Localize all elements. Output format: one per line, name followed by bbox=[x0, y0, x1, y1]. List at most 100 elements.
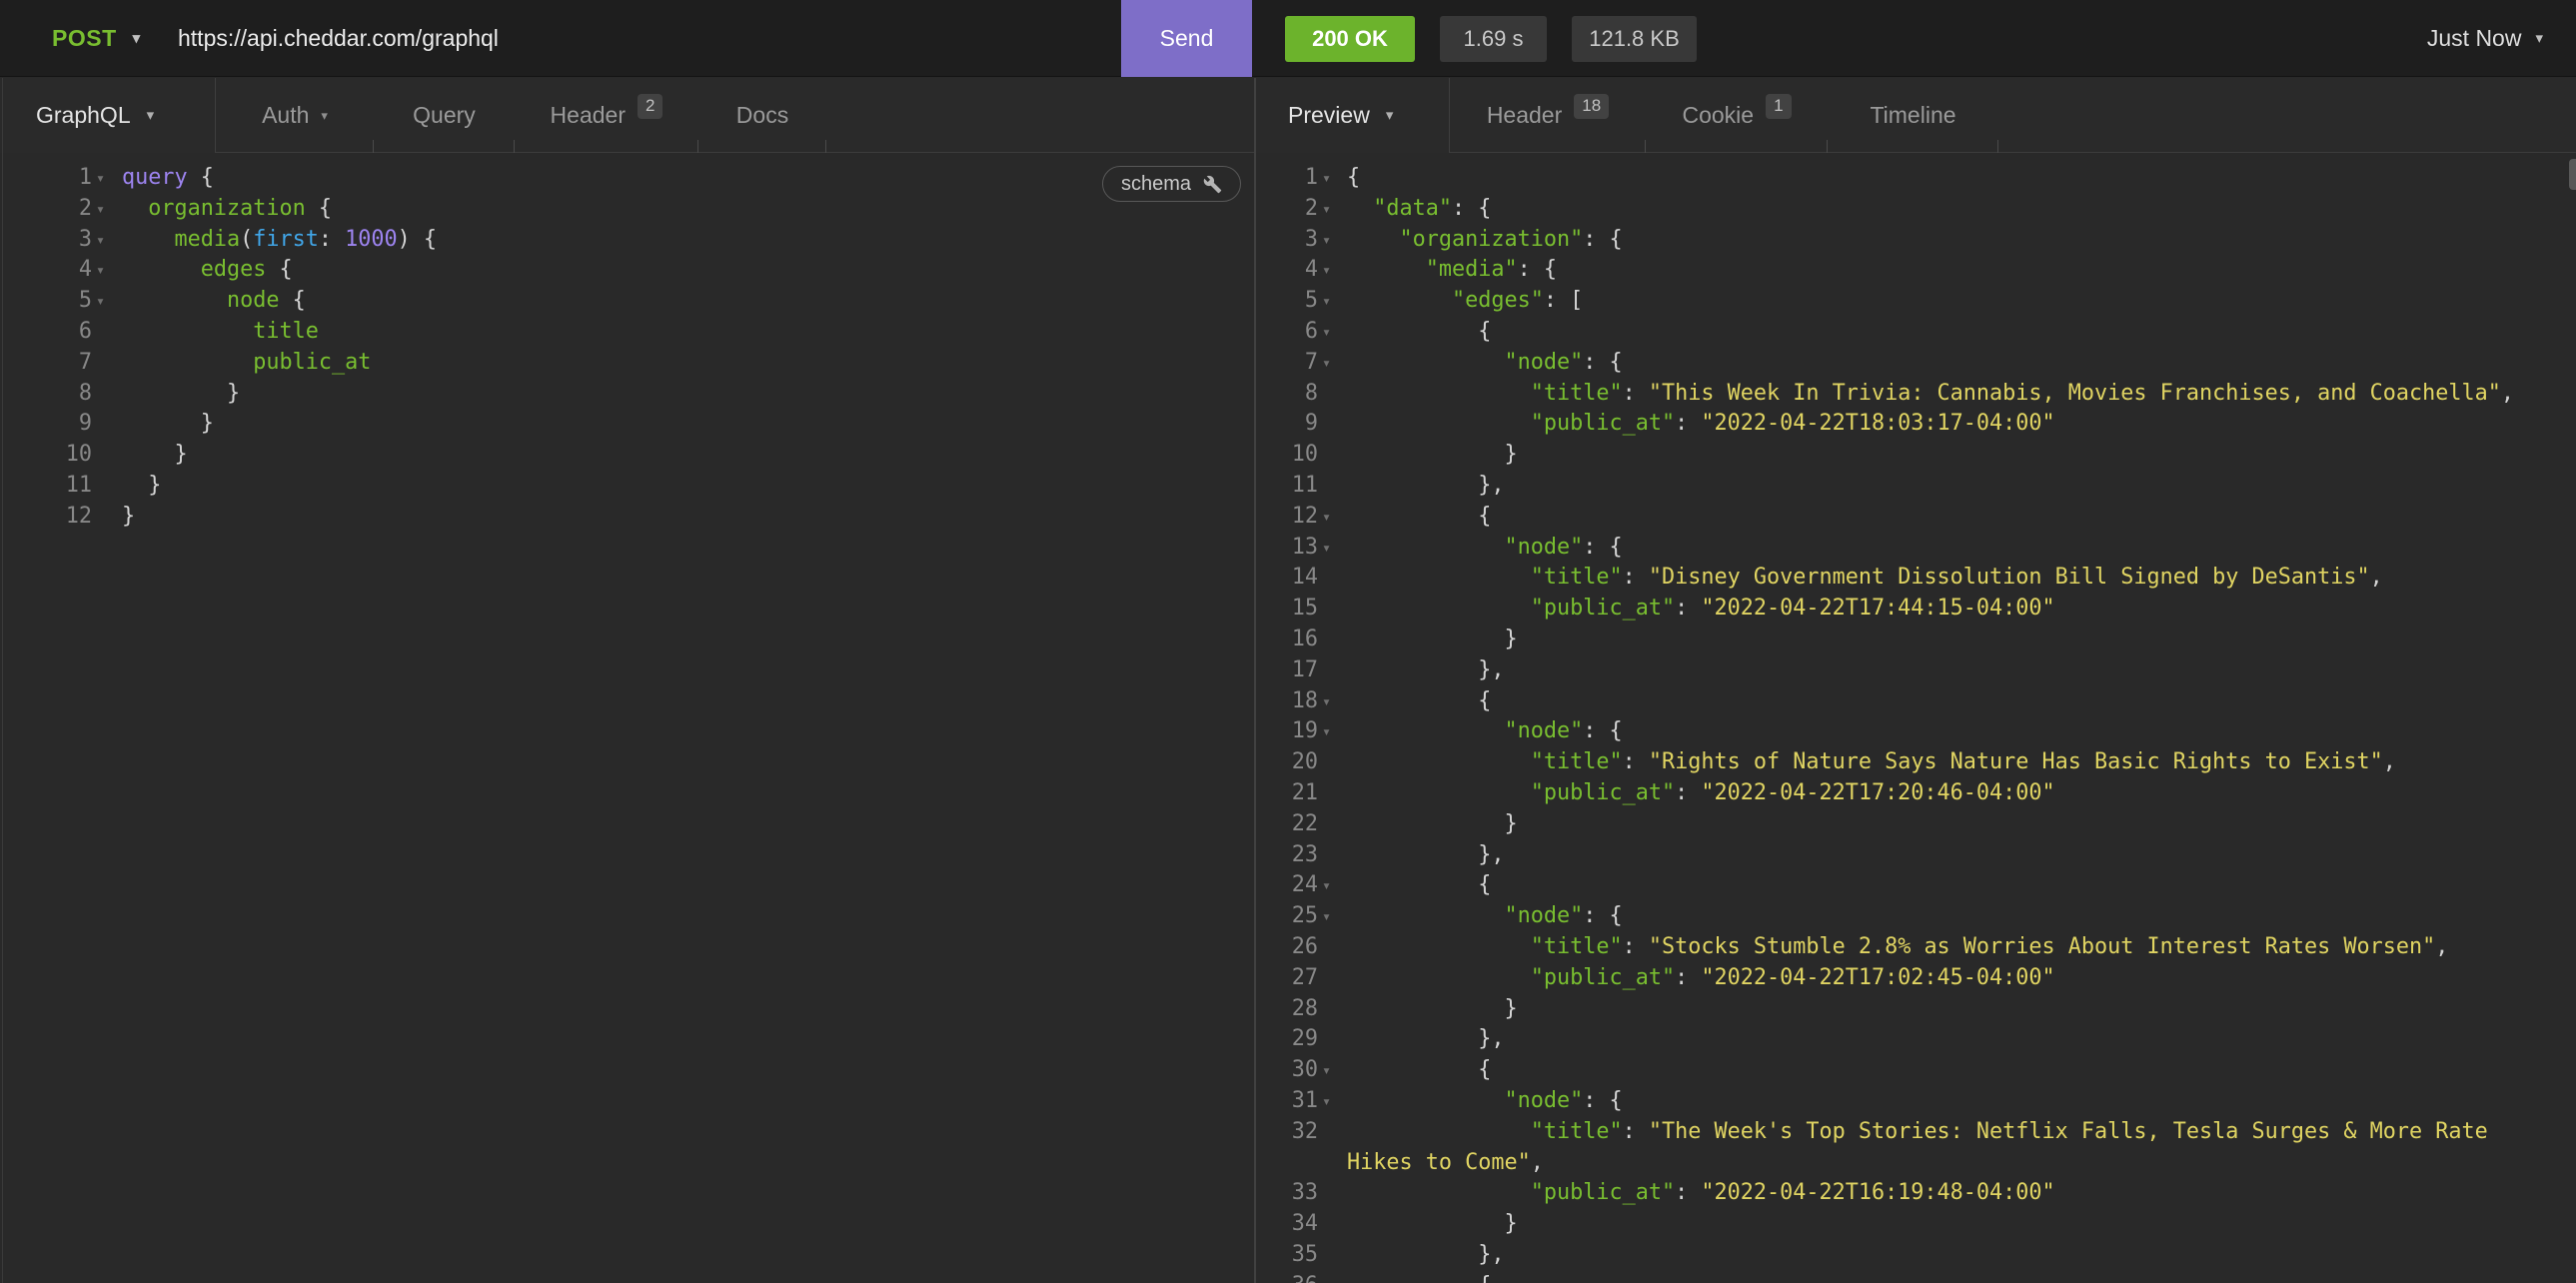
code-line: 13▾ "node": { bbox=[1256, 533, 2576, 564]
fold-caret-icon[interactable]: ▾ bbox=[1318, 348, 1347, 379]
schema-button[interactable]: schema bbox=[1102, 166, 1241, 202]
header-count-badge: 18 bbox=[1574, 94, 1609, 118]
fold-spacer bbox=[1318, 471, 1347, 502]
code-text[interactable]: } bbox=[122, 379, 240, 410]
wrench-icon bbox=[1203, 175, 1222, 194]
response-history-dropdown[interactable]: Just Now ▾ bbox=[2427, 0, 2543, 77]
fold-caret-icon[interactable]: ▾ bbox=[92, 286, 122, 317]
code-line: 20 "title": "Rights of Nature Says Natur… bbox=[1256, 747, 2576, 778]
fold-caret-icon[interactable]: ▾ bbox=[92, 255, 122, 286]
code-text: "node": { bbox=[1347, 348, 1623, 379]
line-number: 10 bbox=[0, 440, 92, 471]
url-input[interactable]: https://api.cheddar.com/graphql bbox=[178, 0, 499, 77]
fold-caret-icon[interactable]: ▾ bbox=[92, 194, 122, 225]
code-text: { bbox=[1347, 870, 1491, 901]
line-number: 9 bbox=[0, 409, 92, 440]
sidebar-edge-divider[interactable] bbox=[2, 78, 3, 1283]
fold-caret-icon[interactable]: ▾ bbox=[1318, 1271, 1347, 1283]
response-tab-bar: Preview ▾ Header 18 Cookie 1 Timeline bbox=[1256, 78, 2576, 153]
line-number: 5 bbox=[1256, 286, 1318, 317]
fold-caret-icon[interactable]: ▾ bbox=[92, 225, 122, 256]
code-text: "organization": { bbox=[1347, 225, 1623, 256]
tab-header[interactable]: Header 2 bbox=[515, 78, 698, 153]
code-line: 4▾ edges { bbox=[0, 255, 1254, 286]
tab-query[interactable]: Query bbox=[374, 78, 515, 153]
fold-spacer bbox=[1318, 409, 1347, 440]
line-number: 27 bbox=[1256, 963, 1318, 994]
line-number: 31 bbox=[1256, 1086, 1318, 1117]
method-label: POST bbox=[52, 25, 117, 52]
scrollbar-thumb[interactable] bbox=[2569, 159, 2576, 190]
fold-caret-icon[interactable]: ▾ bbox=[1318, 194, 1347, 225]
chevron-down-icon: ▾ bbox=[1386, 108, 1394, 123]
code-text[interactable]: public_at bbox=[122, 348, 371, 379]
code-line: 8 } bbox=[0, 379, 1254, 410]
code-line: 29 }, bbox=[1256, 1024, 2576, 1055]
preview-mode-dropdown[interactable]: Preview ▾ bbox=[1256, 78, 1450, 153]
fold-caret-icon[interactable]: ▾ bbox=[1318, 286, 1347, 317]
fold-spacer bbox=[1318, 1209, 1347, 1240]
status-badge: 200 OK bbox=[1285, 16, 1415, 62]
code-line: 19▾ "node": { bbox=[1256, 716, 2576, 747]
code-text: { bbox=[1347, 163, 1360, 194]
code-text: }, bbox=[1347, 840, 1504, 871]
line-number: 20 bbox=[1256, 747, 1318, 778]
line-number: 3 bbox=[1256, 225, 1318, 256]
code-text[interactable]: node { bbox=[122, 286, 306, 317]
fold-spacer bbox=[1318, 1148, 1347, 1179]
fold-spacer bbox=[1318, 809, 1347, 840]
code-text: { bbox=[1347, 1271, 1491, 1283]
code-text: { bbox=[1347, 502, 1491, 533]
tab-auth[interactable]: Auth ▾ bbox=[216, 78, 374, 153]
fold-caret-icon[interactable]: ▾ bbox=[1318, 1055, 1347, 1086]
fold-caret-icon[interactable]: ▾ bbox=[1318, 716, 1347, 747]
code-text[interactable]: media(first: 1000) { bbox=[122, 225, 437, 256]
fold-caret-icon[interactable]: ▾ bbox=[92, 163, 122, 194]
code-line: 6▾ { bbox=[1256, 317, 2576, 348]
request-panel: GraphQL ▾ Auth ▾ Query Header 2 Docs bbox=[0, 78, 1254, 1283]
fold-caret-icon[interactable]: ▾ bbox=[1318, 901, 1347, 932]
fold-caret-icon[interactable]: ▾ bbox=[1318, 686, 1347, 717]
response-json-viewer: 1▾{2▾ "data": {3▾ "organization": {4▾ "m… bbox=[1256, 153, 2576, 1283]
tab-timeline[interactable]: Timeline bbox=[1828, 78, 1998, 153]
code-line: 21 "public_at": "2022-04-22T17:20:46-04:… bbox=[1256, 778, 2576, 809]
fold-caret-icon[interactable]: ▾ bbox=[1318, 502, 1347, 533]
code-text[interactable]: } bbox=[122, 502, 135, 533]
code-text[interactable]: } bbox=[122, 409, 214, 440]
code-text[interactable]: organization { bbox=[122, 194, 332, 225]
fold-caret-icon[interactable]: ▾ bbox=[1318, 533, 1347, 564]
line-number: 11 bbox=[0, 471, 92, 502]
fold-caret-icon[interactable]: ▾ bbox=[1318, 255, 1347, 286]
fold-caret-icon[interactable]: ▾ bbox=[1318, 317, 1347, 348]
body-type-dropdown[interactable]: GraphQL ▾ bbox=[0, 78, 216, 153]
tab-docs[interactable]: Docs bbox=[698, 78, 826, 153]
graphql-query-editor[interactable]: schema 1▾query {2▾ organization {3▾ medi… bbox=[0, 153, 1254, 1283]
code-text: }, bbox=[1347, 655, 1504, 686]
send-button[interactable]: Send bbox=[1121, 0, 1252, 77]
fold-spacer bbox=[1318, 1240, 1347, 1271]
fold-caret-icon[interactable]: ▾ bbox=[1318, 870, 1347, 901]
fold-caret-icon[interactable]: ▾ bbox=[1318, 1086, 1347, 1117]
line-number: 17 bbox=[1256, 655, 1318, 686]
code-line: 32 "title": "The Week's Top Stories: Net… bbox=[1256, 1117, 2576, 1148]
preview-mode-label: Preview bbox=[1288, 102, 1370, 129]
code-text[interactable]: } bbox=[122, 440, 188, 471]
fold-caret-icon[interactable]: ▾ bbox=[1318, 163, 1347, 194]
tab-cookie[interactable]: Cookie 1 bbox=[1646, 78, 1828, 153]
tab-response-header[interactable]: Header 18 bbox=[1450, 78, 1646, 153]
line-number: 7 bbox=[0, 348, 92, 379]
code-text[interactable]: edges { bbox=[122, 255, 293, 286]
code-text: "public_at": "2022-04-22T16:19:48-04:00" bbox=[1347, 1178, 2055, 1209]
code-text: "node": { bbox=[1347, 533, 1623, 564]
code-text: } bbox=[1347, 440, 1518, 471]
fold-spacer bbox=[1318, 379, 1347, 410]
code-text[interactable]: } bbox=[122, 471, 161, 502]
code-text: "data": { bbox=[1347, 194, 1491, 225]
fold-caret-icon[interactable]: ▾ bbox=[1318, 225, 1347, 256]
line-number: 26 bbox=[1256, 932, 1318, 963]
line-number: 6 bbox=[1256, 317, 1318, 348]
code-text[interactable]: query { bbox=[122, 163, 214, 194]
line-number: 22 bbox=[1256, 809, 1318, 840]
code-text[interactable]: title bbox=[122, 317, 319, 348]
method-dropdown[interactable]: POST ▾ bbox=[52, 0, 141, 77]
